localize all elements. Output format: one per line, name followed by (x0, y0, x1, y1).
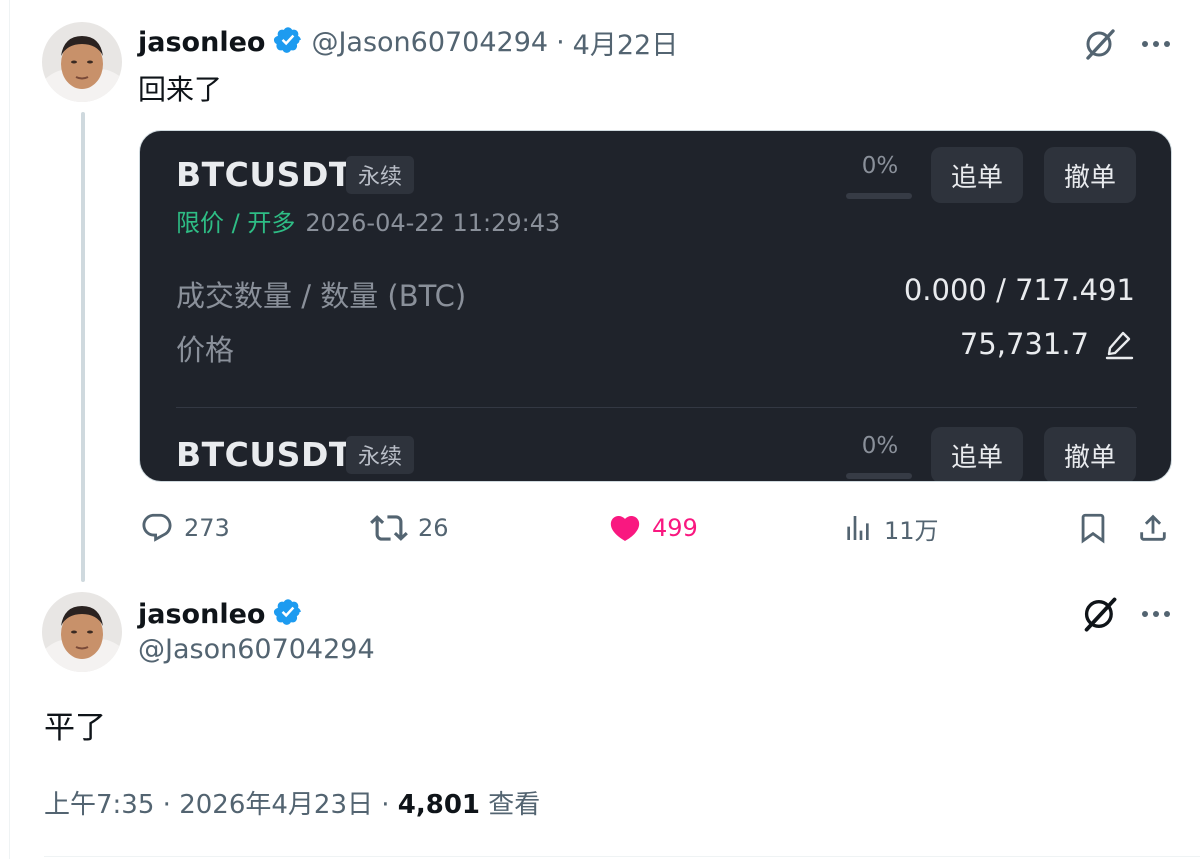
thread-connector-line (81, 112, 85, 582)
grok-icon (1084, 597, 1117, 632)
bottom-divider (44, 856, 1200, 857)
tweet-header: jasonleo @Jason60704294 · 4月22日 (138, 22, 678, 62)
tweet-full-date[interactable]: 2026年4月23日 (179, 790, 373, 820)
share-button[interactable] (1136, 506, 1170, 550)
like-count: 499 (652, 514, 698, 542)
verified-badge-icon[interactable] (273, 597, 303, 631)
cancel-order-button[interactable]: 撤单 (1044, 427, 1136, 481)
share-icon (1140, 514, 1166, 541)
tweet-time[interactable]: 上午7:35 (44, 790, 154, 820)
more-options-button[interactable] (1134, 22, 1178, 66)
cancel-order-button[interactable]: 撤单 (1044, 147, 1136, 203)
user-handle[interactable]: @Jason60704294 (311, 27, 548, 58)
edit-pencil-icon[interactable] (1103, 328, 1135, 360)
filled-quantity-text: 0.000 / 717.491 (903, 273, 1135, 307)
order-type-row: 限价 / 开多 2026-04-22 11:29:43 (176, 203, 560, 238)
fill-progress-bar (846, 193, 912, 199)
user-handle[interactable]: @Jason60704294 (138, 634, 375, 665)
contract-type-tag: 永续 (346, 156, 415, 194)
reply-count: 273 (184, 514, 230, 542)
display-name[interactable]: jasonleo (138, 27, 265, 58)
tweet-meta: 上午7:35 · 2026年4月23日 · 4,801 查看 (44, 784, 540, 821)
verified-badge-icon[interactable] (273, 25, 303, 59)
avatar[interactable] (42, 592, 122, 672)
repost-button[interactable]: 26 (370, 506, 449, 550)
views-button[interactable]: 11万 (842, 506, 939, 550)
fill-percent: 0% (861, 433, 899, 459)
grok-icon (1086, 29, 1115, 60)
tweet-text: 平了 (44, 710, 106, 746)
price-value-row: 75,731.7 (960, 327, 1135, 361)
avatar-image (42, 22, 122, 102)
like-button[interactable]: 499 (608, 506, 698, 550)
order-timestamp: 2026-04-22 11:29:43 (305, 209, 561, 237)
order-symbol: BTCUSDT (176, 155, 352, 194)
grok-button[interactable] (1078, 22, 1122, 66)
bookmark-icon (1081, 513, 1105, 544)
price-value: 75,731.7 (959, 327, 1089, 361)
tweet-header: jasonleo (138, 594, 303, 634)
reply-icon (142, 513, 172, 542)
fill-percent: 0% (861, 153, 899, 179)
views-count: 11万 (884, 516, 939, 545)
grok-button[interactable] (1078, 592, 1122, 636)
order-divider (176, 407, 1137, 408)
separator-dot: · (381, 790, 390, 820)
contract-type-tag: 永续 (346, 436, 415, 474)
more-horizontal-icon (1142, 41, 1170, 47)
follow-order-button[interactable]: 追单 (931, 147, 1023, 203)
reply-button[interactable]: 273 (140, 506, 230, 550)
heart-filled-icon (610, 515, 640, 541)
filled-quantity-value: 0.000 / 717.491 (904, 273, 1135, 307)
repost-count: 26 (418, 514, 449, 542)
separator-dot: · (162, 790, 171, 820)
order-symbol: BTCUSDT (176, 435, 352, 474)
separator-dot: · (556, 26, 565, 58)
attached-image-orders[interactable]: BTCUSDT 永续 0% 追单 撤单 限价 / 开多 2026-04-22 11… (139, 130, 1172, 482)
bookmark-button[interactable] (1076, 506, 1110, 550)
follow-order-button[interactable]: 追单 (931, 427, 1023, 481)
price-label: 价格 (176, 333, 235, 367)
display-name[interactable]: jasonleo (138, 599, 265, 630)
avatar-image (42, 592, 122, 672)
views-label: 查看 (488, 790, 541, 820)
avatar[interactable] (42, 22, 122, 102)
tweet-date[interactable]: 4月22日 (573, 23, 679, 62)
fill-progress-bar (846, 473, 912, 479)
order-type-label: 限价 / 开多 (176, 209, 296, 237)
tweet-text: 回来了 (138, 73, 223, 106)
more-horizontal-icon (1142, 611, 1170, 617)
filled-quantity-label: 成交数量 / 数量 (BTC) (176, 279, 467, 313)
more-options-button[interactable] (1134, 592, 1178, 636)
analytics-bars-icon (847, 516, 869, 540)
timeline-left-border (9, 0, 10, 859)
repost-icon (370, 515, 408, 541)
view-count: 4,801 (397, 790, 481, 820)
